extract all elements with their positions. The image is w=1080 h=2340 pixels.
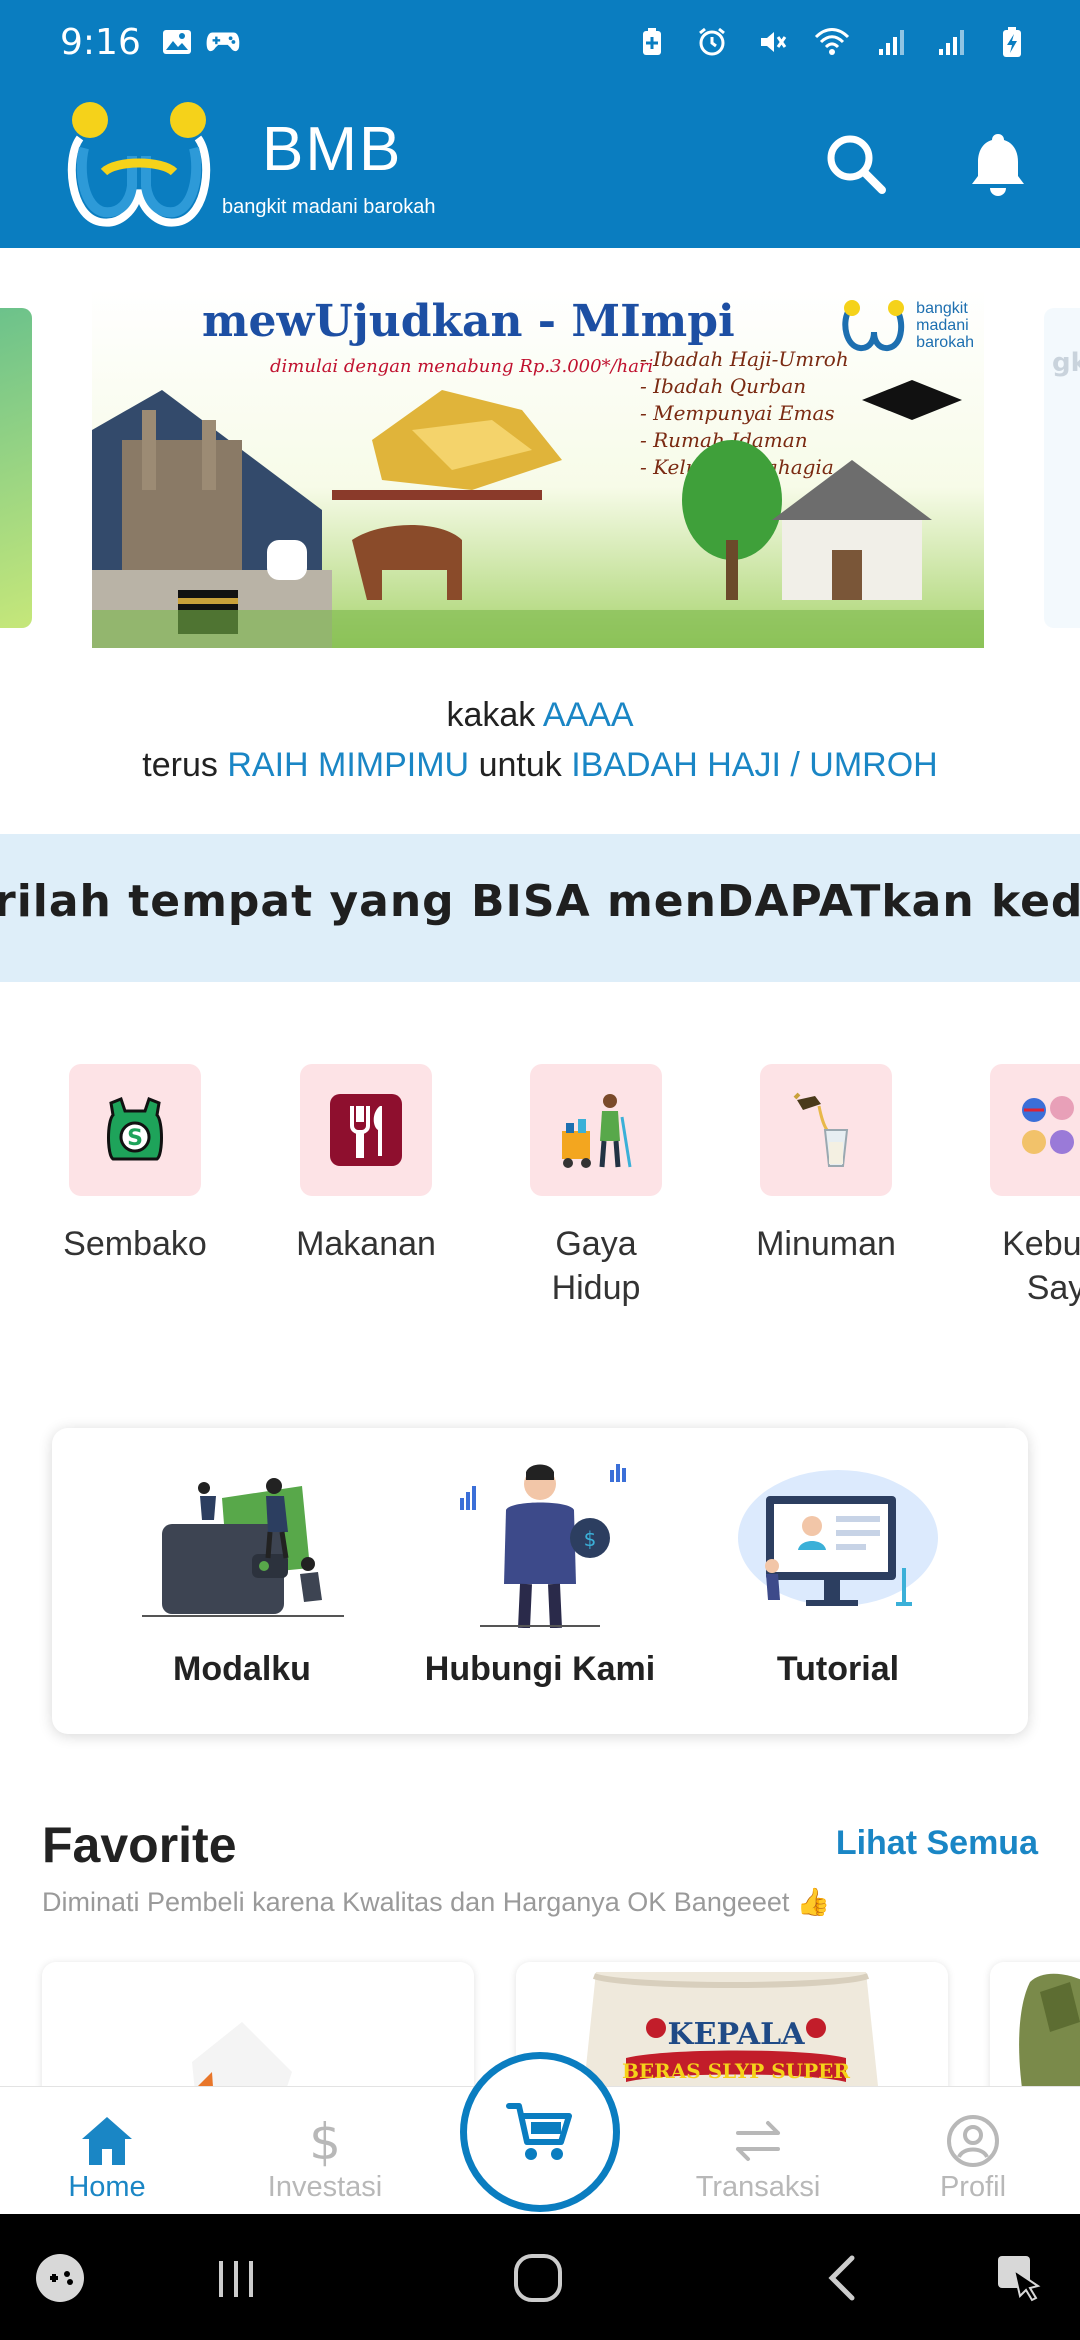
app-header: BMB bangkit madani barokah (0, 84, 1080, 248)
favorite-title: Favorite (42, 1817, 237, 1873)
category-makanan[interactable]: Makanan (276, 1064, 456, 1266)
banner-logo-text: bangkit madani barokah (916, 300, 974, 351)
back-button[interactable] (812, 2248, 872, 2308)
home-icon (82, 2117, 132, 2165)
image-icon (159, 27, 195, 57)
system-navigation-bar (0, 2214, 1080, 2340)
home-circle-icon (514, 2254, 562, 2302)
running-text-band: rilah tempat yang BISA menDAPATkan kedua… (0, 834, 1080, 982)
nav-label: Home (68, 2171, 146, 2203)
gamepad-icon (205, 27, 241, 57)
category-kebutuhan[interactable]: Kebutu Say (966, 1064, 1080, 1310)
nav-investasi[interactable]: $ Investasi (240, 2111, 410, 2204)
category-label: Gaya Hidup (551, 1225, 641, 1307)
drink-pour-icon (793, 1092, 849, 1167)
banner-illustration (92, 380, 984, 648)
category-gaya-hidup[interactable]: Gaya Hidup (506, 1064, 686, 1310)
category-label: Minuman (756, 1225, 896, 1263)
back-icon (828, 2255, 855, 2301)
nav-home[interactable]: Home (22, 2111, 192, 2204)
hubungi-kami-button[interactable]: $ Hubungi Kami (410, 1458, 670, 1689)
nav-profil[interactable]: Profil (888, 2111, 1058, 2204)
product-brand: KEPALA (668, 2017, 806, 2052)
battery-saver-icon (634, 27, 670, 57)
grocery-bag-icon: S (107, 1097, 163, 1161)
status-bar: 9:16 (0, 0, 1080, 84)
swap-arrows-icon (736, 2121, 780, 2161)
game-launcher-button[interactable] (30, 2248, 90, 2308)
wallet-illustration (142, 1478, 344, 1617)
brand-tagline: bangkit madani barokah (222, 196, 436, 218)
greeting-line-2: terus RAIH MIMPIMU untuk IBADAH HAJI / U… (142, 746, 938, 784)
search-icon (827, 135, 886, 194)
tutorial-button[interactable]: Tutorial (708, 1458, 968, 1689)
bell-icon (972, 134, 1024, 196)
quick-action-label: Tutorial (776, 1650, 900, 1688)
brand-name: BMB (262, 115, 403, 184)
promo-banner[interactable]: mewUjudkan - MImpi dimulai dengan menabu… (92, 290, 984, 648)
banner-previous-peek[interactable] (0, 308, 32, 628)
wifi-icon (814, 27, 850, 57)
recent-apps-button[interactable] (206, 2248, 266, 2308)
recent-apps-icon (219, 2261, 253, 2297)
contact-person-illustration: $ (460, 1464, 626, 1629)
alarm-icon (694, 27, 730, 57)
nav-label: Profil (939, 2171, 1007, 2203)
mute-icon (754, 27, 790, 57)
search-button[interactable] (816, 124, 896, 204)
cart-icon (506, 2103, 572, 2160)
banner-next-peek[interactable]: gk (1044, 308, 1080, 628)
quick-action-label: Hubungi Kami (424, 1650, 656, 1688)
quick-action-label: Modalku (173, 1650, 311, 1688)
svg-text:S: S (127, 1126, 143, 1151)
signal-icon (874, 27, 910, 57)
notification-button[interactable] (958, 124, 1038, 204)
modalku-button[interactable]: Modalku (112, 1458, 372, 1689)
dollar-icon: $ (309, 2113, 341, 2169)
cart-button[interactable] (460, 2052, 620, 2212)
product-name: BERAS SLYP SUPER (622, 2059, 850, 2083)
battery-charging-icon (994, 27, 1030, 57)
greeting-line-1: kakak AAAA (446, 696, 634, 734)
nav-transaksi[interactable]: Transaksi (673, 2111, 843, 2204)
profile-icon (947, 2115, 999, 2167)
video-tutorial-illustration (738, 1470, 938, 1606)
nav-label: Transaksi (695, 2171, 821, 2203)
banner-logo-icon (842, 300, 905, 352)
nav-label: Investasi (267, 2171, 383, 2203)
quick-actions-card: Modalku $ Hubungi Kami Tutorial (52, 1428, 1028, 1734)
favorite-subtitle: Diminati Pembeli karena Kwalitas dan Har… (42, 1887, 831, 1917)
cutlery-icon (330, 1094, 402, 1166)
see-all-link[interactable]: Lihat Semua (836, 1824, 1038, 1863)
category-label: Kebutu Say (1002, 1225, 1080, 1307)
accessibility-button[interactable] (990, 2248, 1050, 2308)
user-name: AAAA (542, 696, 634, 734)
running-text: rilah tempat yang BISA menDAPATkan kedua… (0, 876, 1080, 927)
category-label: Sembako (63, 1225, 207, 1263)
cleaning-cart-icon (562, 1094, 632, 1168)
bmb-logo (67, 102, 211, 227)
banner-title: mewUjudkan - MImpi (202, 296, 735, 347)
greeting-target: IBADAH HAJI / UMROH (571, 746, 938, 784)
category-label: Makanan (296, 1225, 436, 1263)
personal-care-icon (1022, 1096, 1074, 1154)
svg-text:$: $ (309, 2113, 341, 2169)
home-system-button[interactable] (508, 2248, 568, 2308)
keyboard-hand-icon (998, 2256, 1041, 2302)
category-sembako[interactable]: S Sembako (45, 1064, 225, 1266)
gamepad-icon (36, 2254, 84, 2302)
greeting-goal: RAIH MIMPIMU (227, 746, 470, 784)
banner-carousel[interactable]: mewUjudkan - MImpi dimulai dengan menabu… (0, 290, 1080, 650)
category-minuman[interactable]: Minuman (736, 1064, 916, 1266)
signal-icon (934, 27, 970, 57)
svg-text:$: $ (584, 1527, 597, 1551)
status-time: 9:16 (60, 21, 141, 63)
